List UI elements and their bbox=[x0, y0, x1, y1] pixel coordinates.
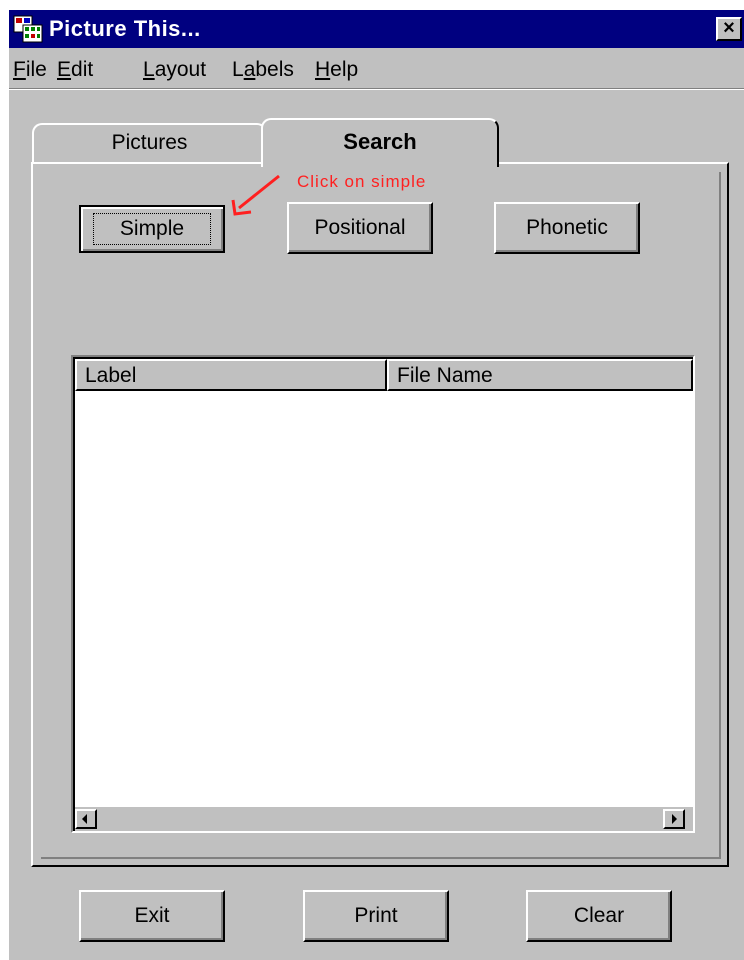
scroll-track[interactable] bbox=[97, 809, 661, 831]
title-bar[interactable]: Picture This... × bbox=[9, 10, 744, 48]
close-button[interactable]: × bbox=[716, 17, 742, 41]
menu-labels[interactable]: Labels bbox=[232, 58, 294, 82]
arrow-right-icon bbox=[672, 814, 677, 824]
menu-help[interactable]: Help bbox=[315, 58, 358, 82]
phonetic-button-label: Phonetic bbox=[526, 216, 608, 239]
phonetic-button[interactable]: Phonetic bbox=[494, 202, 640, 254]
app-window: Picture This... × File Edit Layout Label… bbox=[7, 8, 744, 960]
menu-file[interactable]: File bbox=[13, 58, 47, 82]
clear-button-label: Clear bbox=[573, 904, 625, 927]
results-list-inner: Label File Name bbox=[73, 357, 693, 831]
picture-grid-icon bbox=[13, 15, 43, 43]
arrow-left-icon bbox=[82, 814, 87, 824]
red-arrow-icon bbox=[231, 174, 280, 216]
positional-button-label: Positional bbox=[314, 216, 406, 239]
clear-button[interactable]: Clear bbox=[526, 890, 672, 942]
print-button[interactable]: Print bbox=[303, 890, 449, 942]
results-list[interactable]: Label File Name bbox=[71, 355, 695, 833]
simple-button[interactable]: Simple bbox=[79, 205, 225, 253]
menu-layout[interactable]: Layout bbox=[143, 58, 206, 82]
scroll-right-button[interactable] bbox=[663, 809, 685, 829]
menu-edit[interactable]: Edit bbox=[57, 58, 93, 82]
horizontal-scrollbar[interactable] bbox=[75, 807, 693, 831]
print-button-label: Print bbox=[354, 904, 398, 927]
exit-button[interactable]: Exit bbox=[79, 890, 225, 942]
exit-button-label: Exit bbox=[134, 904, 170, 927]
simple-button-label: Simple bbox=[92, 213, 212, 245]
tab-pictures[interactable]: Pictures bbox=[32, 123, 267, 165]
annotation-text: Click on simple bbox=[297, 172, 427, 191]
tab-search[interactable]: Search bbox=[261, 118, 499, 167]
scroll-left-button[interactable] bbox=[75, 809, 97, 829]
column-header-file-name[interactable]: File Name bbox=[387, 359, 693, 391]
menu-bar: File Edit Layout Labels Help bbox=[9, 54, 744, 86]
menu-separator bbox=[9, 88, 744, 90]
window-title: Picture This... bbox=[49, 16, 201, 41]
column-header-label[interactable]: Label bbox=[75, 359, 387, 391]
close-icon: × bbox=[723, 17, 735, 39]
positional-button[interactable]: Positional bbox=[287, 202, 433, 254]
